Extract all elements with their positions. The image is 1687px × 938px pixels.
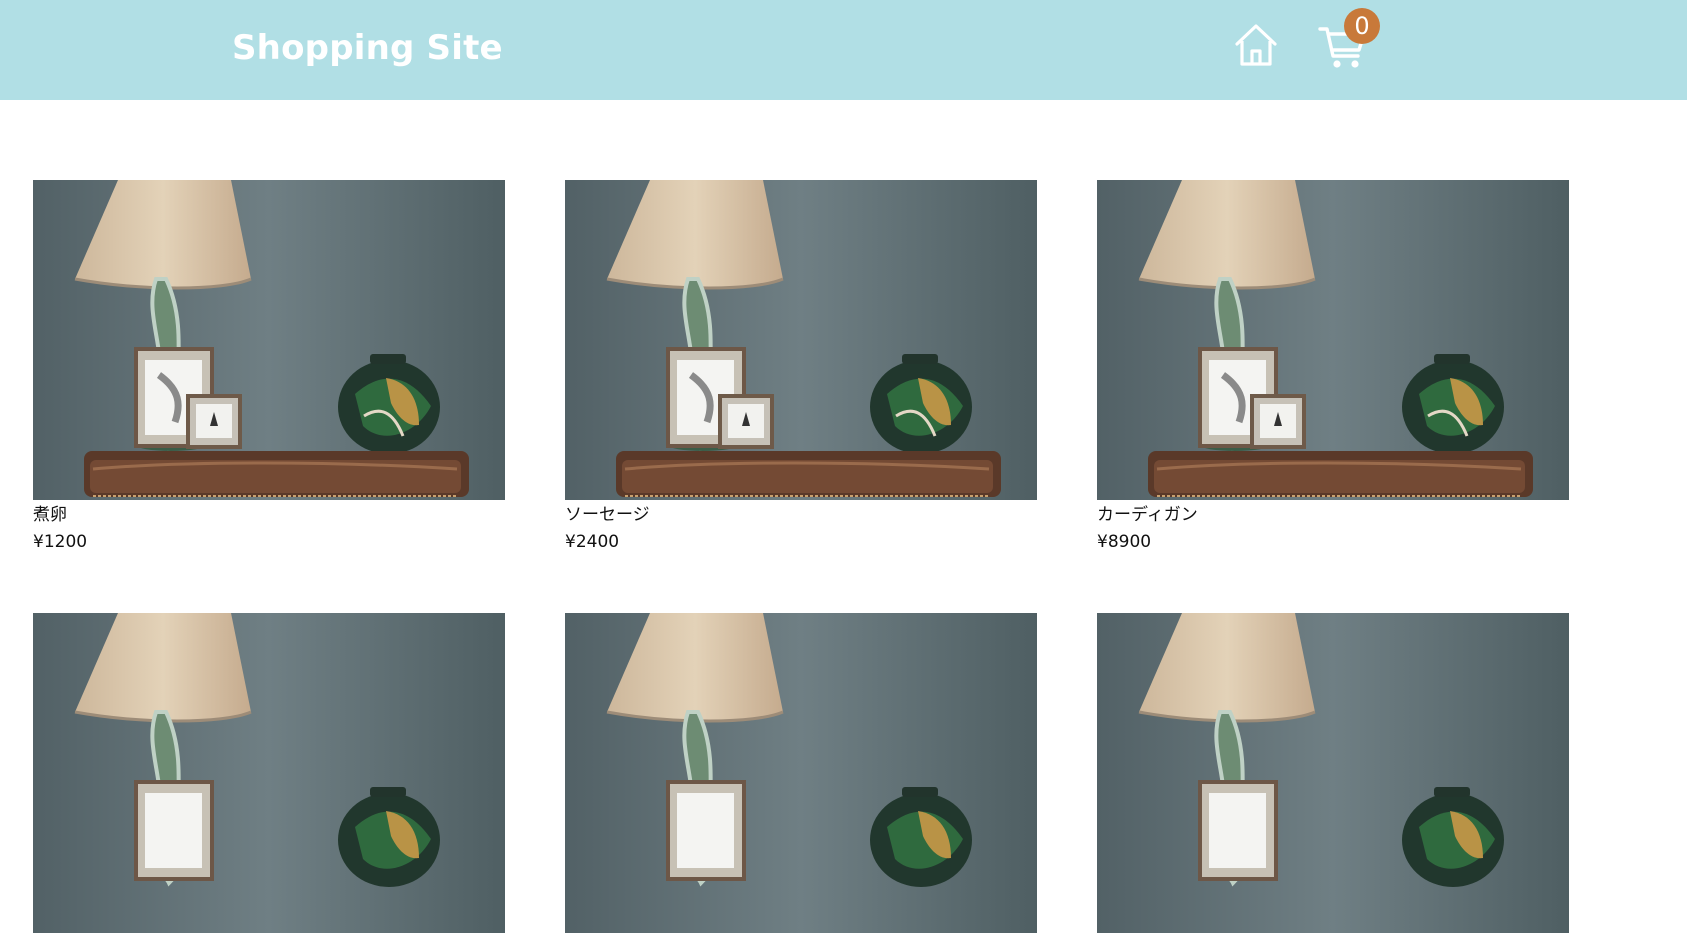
product-price: ¥2400: [565, 532, 620, 552]
lamp-vase-photo: [1097, 180, 1569, 500]
product-price: ¥8900: [1097, 532, 1152, 552]
product-name: 煮卵: [33, 505, 67, 525]
product-image[interactable]: [565, 613, 1037, 933]
product-card[interactable]: [565, 613, 1037, 938]
lamp-vase-photo: [1097, 613, 1569, 933]
product-card[interactable]: ソーセージ ¥2400: [565, 180, 1037, 553]
product-image[interactable]: [565, 180, 1037, 500]
product-price: ¥1200: [33, 532, 88, 552]
product-image[interactable]: [33, 180, 505, 500]
lamp-vase-photo: [33, 180, 505, 500]
product-image[interactable]: [1097, 180, 1569, 500]
product-card[interactable]: 煮卵 ¥1200: [33, 180, 505, 553]
lamp-vase-photo: [565, 180, 1037, 500]
product-image[interactable]: [1097, 613, 1569, 933]
product-name: ソーセージ: [565, 505, 650, 525]
lamp-vase-photo: [33, 613, 505, 933]
product-card[interactable]: [33, 613, 505, 938]
product-grid: 煮卵 ¥1200 ソーセージ ¥2400 カーディガン ¥8900: [0, 0, 1687, 933]
product-card[interactable]: カーディガン ¥8900: [1097, 180, 1569, 553]
product-card[interactable]: [1097, 613, 1569, 938]
product-name: カーディガン: [1097, 505, 1198, 525]
product-image[interactable]: [33, 613, 505, 933]
lamp-vase-photo: [565, 613, 1037, 933]
